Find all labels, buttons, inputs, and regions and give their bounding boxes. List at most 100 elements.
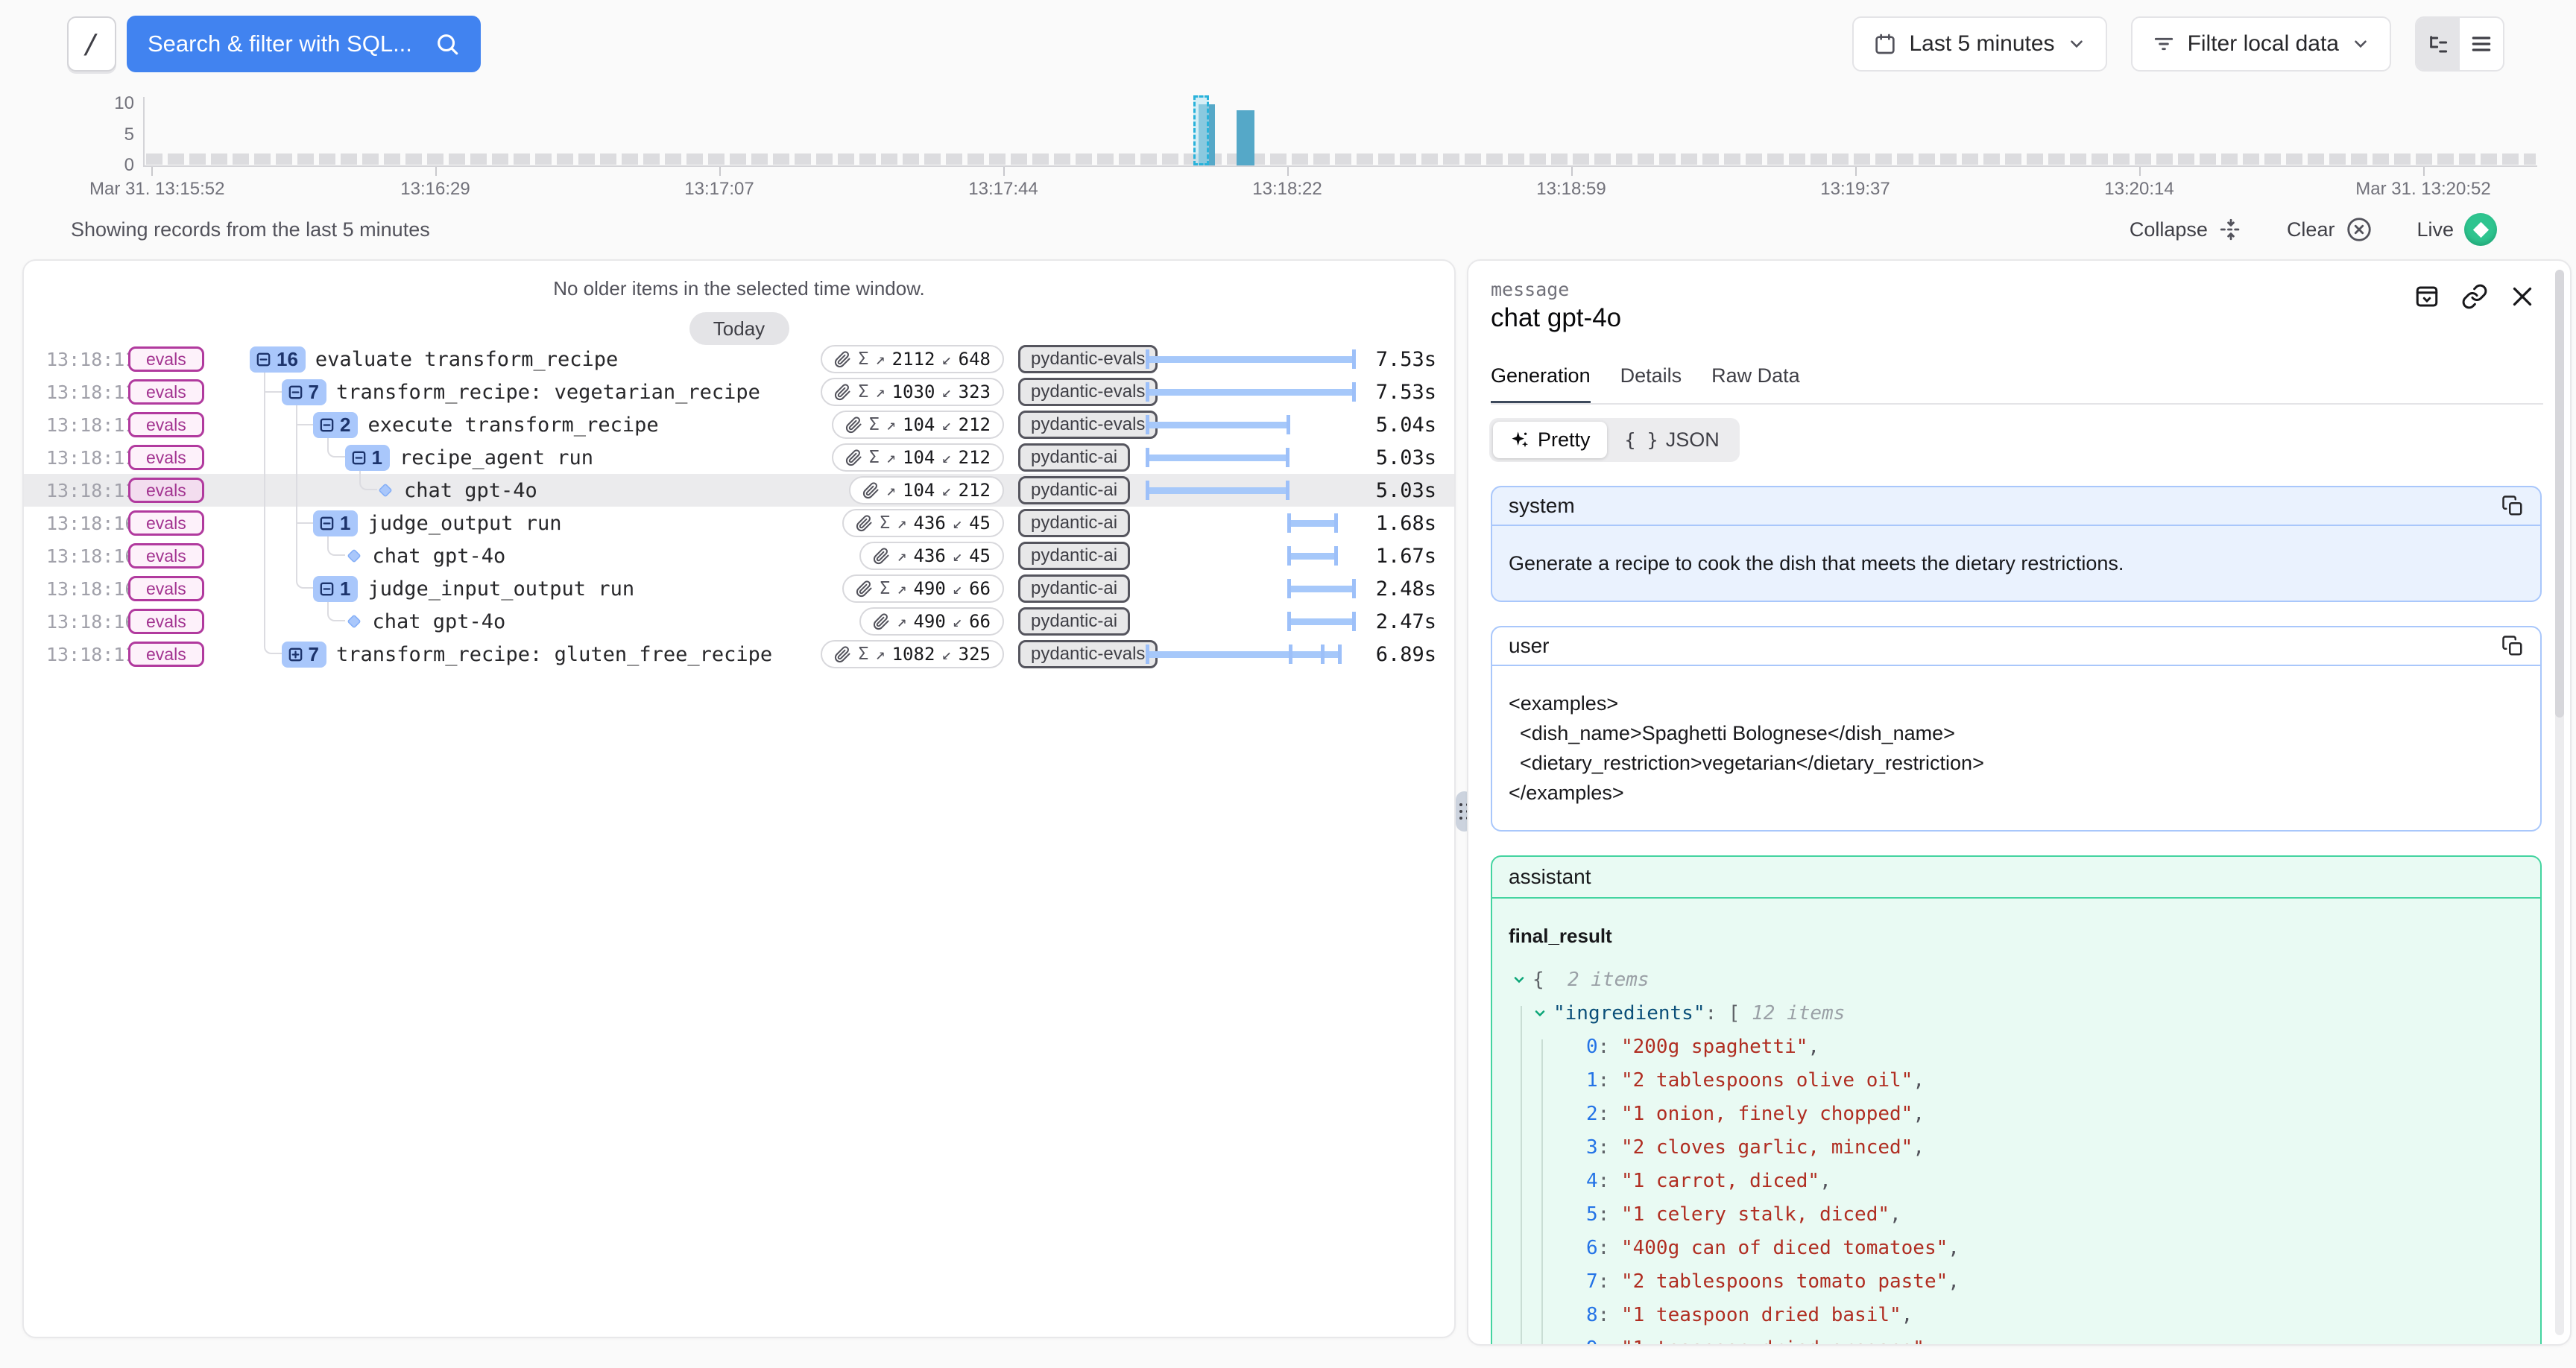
tag-pill-evals[interactable]: evals (128, 346, 204, 372)
row-duration: 2.47s (1376, 605, 1436, 638)
trace-row[interactable]: 13:18:11evals7transform_recipe: gluten_f… (24, 638, 1454, 671)
json-collapse-chevron[interactable] (1532, 1006, 1547, 1021)
time-range-dropdown[interactable]: Last 5 minutes (1852, 16, 2106, 72)
service-badge[interactable]: pydantic-ai (1018, 542, 1130, 570)
paperclip-icon (845, 449, 862, 466)
system-role-label: system (1509, 494, 1575, 518)
service-badge[interactable]: pydantic-evals (1018, 345, 1158, 373)
copy-icon[interactable] (2501, 635, 2524, 657)
filter-local-data-dropdown[interactable]: Filter local data (2131, 16, 2391, 72)
tag-pill-evals[interactable]: evals (128, 412, 204, 437)
tokens-received-icon: ↙ (941, 645, 951, 664)
service-badge[interactable]: pydantic-ai (1018, 443, 1130, 472)
duration-bar-cap (1352, 579, 1356, 598)
scrollbar-thumb[interactable] (2555, 270, 2564, 718)
collapse-children-badge[interactable]: 2 (313, 412, 358, 438)
paperclip-icon (845, 417, 862, 434)
tree-node: 1judge_input_output run (313, 572, 634, 605)
sigma-aggregate-icon: Σ (880, 513, 890, 533)
x-axis-label: 13:18:59 (1536, 179, 1606, 200)
span-diamond-icon (376, 481, 394, 499)
duration-bar-cap (1146, 415, 1149, 434)
trace-row[interactable]: 13:18:16evalschat gpt-4o↗490↙66pydantic-… (24, 605, 1454, 638)
filter-label: Filter local data (2188, 31, 2339, 57)
collapse-children-badge[interactable]: 1 (345, 445, 390, 471)
paperclip-icon (873, 548, 890, 565)
tag-pill-evals[interactable]: evals (128, 609, 204, 634)
tree-guide-elbow (327, 440, 345, 457)
detail-header-actions (2414, 283, 2536, 310)
row-duration: 5.03s (1376, 441, 1436, 474)
tag-pill-evals[interactable]: evals (128, 543, 204, 569)
tag-pill-evals[interactable]: evals (128, 445, 204, 470)
collapse-children-badge[interactable]: 16 (250, 346, 306, 373)
y-axis-label: 0 (89, 155, 134, 176)
service-badge[interactable]: pydantic-ai (1018, 476, 1130, 504)
open-details-panel-icon[interactable] (2414, 283, 2440, 310)
span-name: chat gpt-4o (404, 479, 537, 502)
collapse-children-badge[interactable]: 1 (313, 576, 358, 602)
trace-row[interactable]: 13:18:16evalschat gpt-4o↗436↙45pydantic-… (24, 539, 1454, 572)
tree-view-toggle[interactable] (2416, 18, 2460, 70)
live-indicator-icon (2464, 213, 2497, 246)
row-duration: 7.53s (1376, 376, 1436, 408)
live-toggle[interactable]: Live (2416, 213, 2497, 246)
json-ingredients-row: "ingredients": [ 12 items (1509, 996, 2524, 1030)
tag-pill-evals[interactable]: evals (128, 642, 204, 667)
paperclip-icon (834, 384, 851, 401)
x-axis-label: 13:17:07 (684, 179, 754, 200)
trace-row[interactable]: 13:18:11evals2execute transform_recipeΣ↗… (24, 408, 1454, 441)
duration-bar-cap (1146, 481, 1149, 500)
copy-icon[interactable] (2501, 495, 2524, 517)
status-bar: Showing records from the last 5 minutes … (71, 213, 2497, 246)
expand-children-badge[interactable]: 7 (282, 642, 326, 668)
trace-row[interactable]: 13:18:11evals7transform_recipe: vegetari… (24, 376, 1454, 408)
row-timestamp: 13:18:11 (46, 376, 136, 408)
tab-generation[interactable]: Generation (1491, 364, 1591, 405)
tag-pill-evals[interactable]: evals (128, 379, 204, 405)
trace-row[interactable]: 13:18:16evals1judge_input_output runΣ↗49… (24, 572, 1454, 605)
clear-button[interactable]: Clear (2287, 215, 2374, 244)
json-collapse-chevron[interactable] (1512, 972, 1527, 987)
tag-pill-evals[interactable]: evals (128, 478, 204, 503)
x-axis-label: 13:19:37 (1820, 179, 1890, 200)
tree-node: chat gpt-4o (345, 605, 506, 638)
timeline-bar[interactable] (1237, 110, 1254, 165)
tree-node: chat gpt-4o (345, 539, 506, 572)
collapse-children-badge[interactable]: 7 (282, 379, 326, 405)
collapse-children-badge[interactable]: 1 (313, 510, 358, 536)
service-badge[interactable]: pydantic-ai (1018, 607, 1130, 636)
tokens-received-icon: ↙ (953, 547, 962, 566)
token-usage-pill: Σ↗490↙66 (842, 574, 1004, 603)
service-badge[interactable]: pydantic-ai (1018, 574, 1130, 603)
trace-row[interactable]: 13:18:11evals1recipe_agent runΣ↗104↙212p… (24, 441, 1454, 474)
tree-guide-elbow (327, 539, 345, 556)
collapse-button[interactable]: Collapse (2130, 217, 2244, 242)
json-indent-guide (1521, 1006, 1522, 1346)
trace-row[interactable]: 13:18:11evals16evaluate transform_recipe… (24, 343, 1454, 376)
tab-raw-data[interactable]: Raw Data (1711, 364, 1800, 405)
tag-pill-evals[interactable]: evals (128, 576, 204, 601)
service-badge[interactable]: pydantic-evals (1018, 640, 1158, 668)
json-root-row: { 2 items (1509, 963, 2524, 996)
tab-details[interactable]: Details (1620, 364, 1682, 405)
detail-scrollbar[interactable] (2555, 270, 2564, 1335)
pretty-toggle[interactable]: Pretty (1493, 422, 1607, 458)
copy-link-icon[interactable] (2461, 283, 2488, 310)
duration-bar-cap (1321, 645, 1325, 664)
service-badge[interactable]: pydantic-ai (1018, 509, 1130, 537)
trace-row[interactable]: 13:18:16evals1judge_output runΣ↗436↙45py… (24, 507, 1454, 539)
tree-guide-arm (264, 391, 282, 393)
search-button[interactable]: Search & filter with SQL... (127, 16, 481, 72)
service-badge[interactable]: pydantic-evals (1018, 378, 1158, 406)
json-toggle[interactable]: { } JSON (1609, 422, 1736, 458)
duration-bar-cap (1352, 612, 1356, 631)
x-axis-tick (2139, 167, 2141, 176)
duration-bar-cap (1338, 645, 1342, 664)
trace-row[interactable]: 13:18:11evalschat gpt-4o↗104↙212pydantic… (24, 474, 1454, 507)
service-badge[interactable]: pydantic-evals (1018, 411, 1158, 439)
tag-pill-evals[interactable]: evals (128, 510, 204, 536)
y-axis-line (143, 97, 145, 165)
list-view-toggle[interactable] (2460, 18, 2503, 70)
close-icon[interactable] (2509, 283, 2536, 310)
